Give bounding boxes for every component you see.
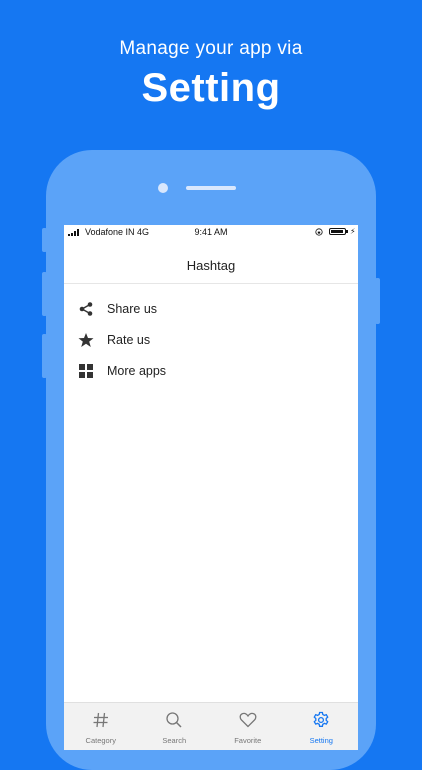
- phone-side-button: [42, 272, 47, 316]
- battery-icon: [329, 228, 348, 235]
- menu-item-label: Rate us: [107, 332, 151, 347]
- phone-side-button: [42, 334, 47, 378]
- settings-menu: Share us Rate us More apps: [64, 293, 358, 386]
- clock-label: 9:41 AM: [194, 227, 228, 237]
- phone-side-button: [42, 228, 47, 252]
- gear-icon: [313, 711, 329, 727]
- phone-camera: [158, 183, 168, 193]
- tab-label: Search: [162, 736, 187, 745]
- tab-label: Setting: [309, 736, 333, 745]
- phone-side-button: [375, 278, 380, 324]
- orientation-lock-icon: [315, 228, 323, 236]
- tab-bar: Category Search Favorite Setting: [64, 702, 358, 750]
- tab-favorite[interactable]: Favorite: [211, 703, 285, 750]
- share-icon: [79, 301, 93, 316]
- menu-item-rate[interactable]: Rate us: [64, 324, 358, 355]
- promo-subtitle: Manage your app via: [119, 38, 303, 59]
- menu-item-share[interactable]: Share us: [64, 293, 358, 324]
- promo-title: Setting: [141, 66, 281, 110]
- phone-screen: Vodafone IN 4G 9:41 AM ⚡ Hashtag Share u…: [64, 225, 358, 750]
- nav-title: Hashtag: [186, 258, 236, 273]
- tab-label: Favorite: [234, 736, 262, 745]
- star-icon: [78, 332, 94, 347]
- tab-search[interactable]: Search: [138, 703, 212, 750]
- status-bar: Vodafone IN 4G 9:41 AM ⚡: [64, 225, 358, 240]
- tab-setting[interactable]: Setting: [285, 703, 359, 750]
- tab-category[interactable]: Category: [64, 703, 138, 750]
- phone-speaker: [186, 186, 236, 190]
- menu-item-label: More apps: [107, 363, 167, 378]
- charging-icon: ⚡: [350, 227, 356, 236]
- grid-icon: [79, 363, 93, 378]
- menu-item-label: Share us: [107, 301, 158, 316]
- heart-icon: [239, 712, 257, 728]
- menu-item-more-apps[interactable]: More apps: [64, 355, 358, 386]
- nav-divider: [64, 283, 358, 284]
- search-icon: [166, 712, 182, 728]
- tab-label: Category: [85, 736, 116, 745]
- hashtag-icon: [93, 712, 108, 728]
